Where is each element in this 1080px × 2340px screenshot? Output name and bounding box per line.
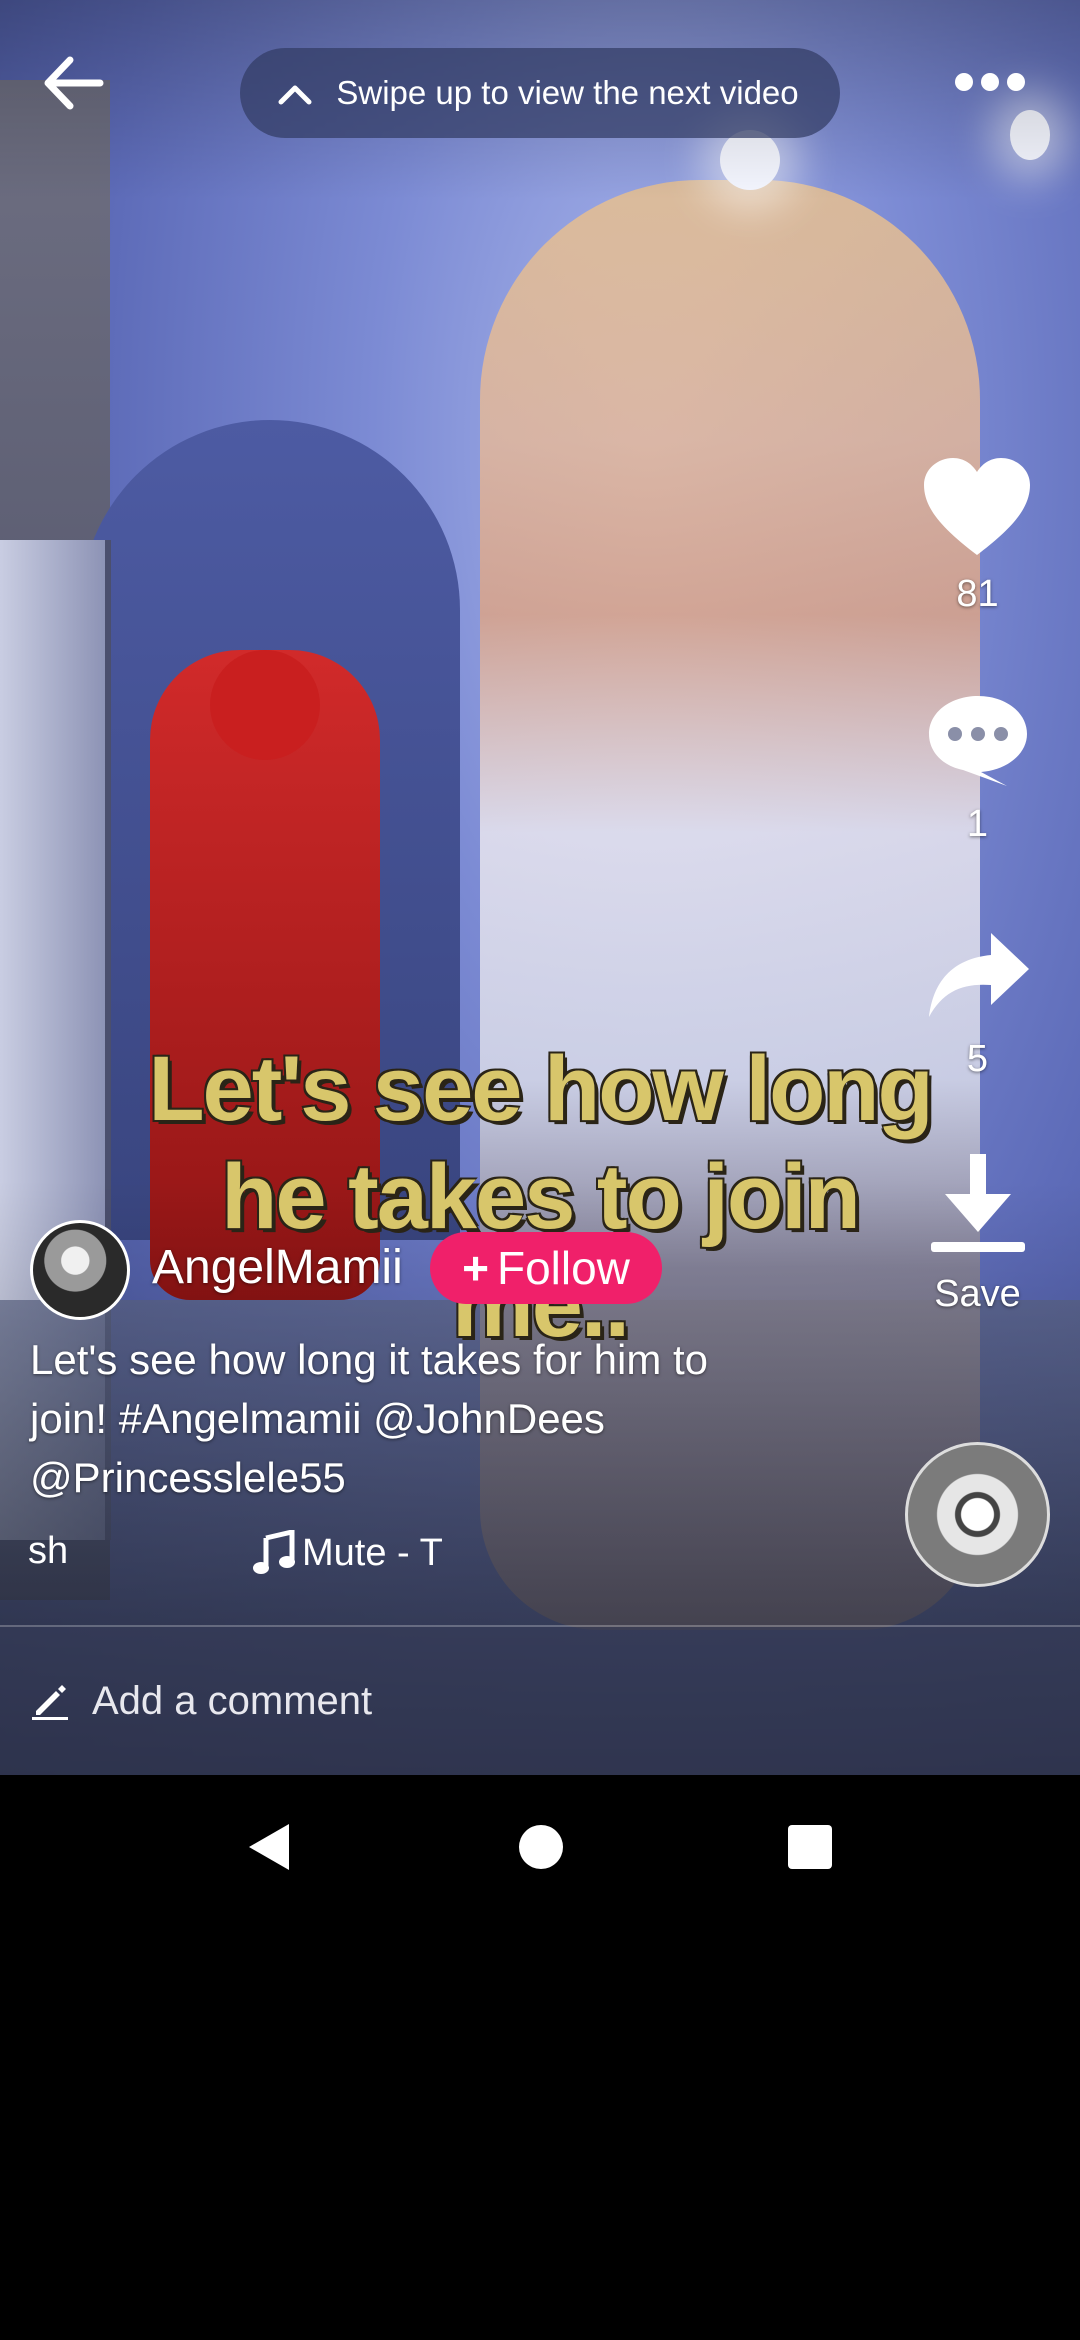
swipe-hint-text: Swipe up to view the next video	[336, 74, 799, 111]
music-disc[interactable]	[905, 1442, 1050, 1587]
swipe-up-hint[interactable]: Swipe up to view the next video	[240, 48, 840, 138]
nav-recents-button[interactable]	[787, 1820, 833, 1879]
share-count: 5	[966, 1038, 989, 1080]
square-recents-icon	[788, 1825, 832, 1869]
music-label[interactable]: Mute - T	[252, 1530, 443, 1576]
save-button[interactable]: Save	[915, 1150, 1040, 1316]
like-count: 81	[956, 573, 999, 615]
comment-input-bar[interactable]: Add a comment	[0, 1627, 1080, 1775]
heart-icon	[924, 458, 1030, 555]
plus-icon: +	[462, 1242, 489, 1294]
share-arrow-icon	[928, 933, 1029, 1017]
comment-button[interactable]: 1	[915, 690, 1040, 846]
music-note-icon	[253, 1530, 295, 1574]
more-options-button[interactable]	[955, 62, 1035, 102]
more-dots-icon	[955, 73, 973, 91]
pencil-icon	[32, 1685, 68, 1720]
avatar[interactable]	[30, 1220, 130, 1320]
video-scene-person-red-head	[210, 650, 320, 760]
arrow-left-icon	[44, 56, 104, 110]
back-button[interactable]	[38, 48, 118, 118]
like-button[interactable]: 81	[915, 455, 1040, 616]
nav-home-button[interactable]	[518, 1820, 564, 1879]
share-button[interactable]: 5	[915, 925, 1040, 1081]
more-dots-icon	[1007, 73, 1025, 91]
post-description[interactable]: Let's see how long it takes for him to j…	[30, 1330, 750, 1507]
download-icon	[930, 1154, 1025, 1252]
circle-home-icon	[519, 1825, 563, 1869]
more-dots-icon	[981, 73, 999, 91]
video-overlay-caption: Let's see how long he takes to join me..	[148, 1038, 933, 1356]
save-label: Save	[934, 1273, 1021, 1315]
nav-back-button[interactable]	[243, 1820, 293, 1879]
music-title: Mute - T	[302, 1531, 443, 1574]
chevron-up-icon	[255, 48, 335, 138]
hashtag-snippet[interactable]: sh	[28, 1530, 68, 1573]
comment-bubble-icon	[928, 696, 1027, 786]
username[interactable]: AngelMamii	[152, 1238, 403, 1298]
comment-placeholder: Add a comment	[92, 1678, 373, 1723]
follow-button[interactable]: + Follow	[430, 1232, 662, 1304]
comment-count: 1	[966, 803, 989, 845]
follow-label: Follow	[496, 1242, 630, 1294]
triangle-back-icon	[249, 1824, 289, 1870]
